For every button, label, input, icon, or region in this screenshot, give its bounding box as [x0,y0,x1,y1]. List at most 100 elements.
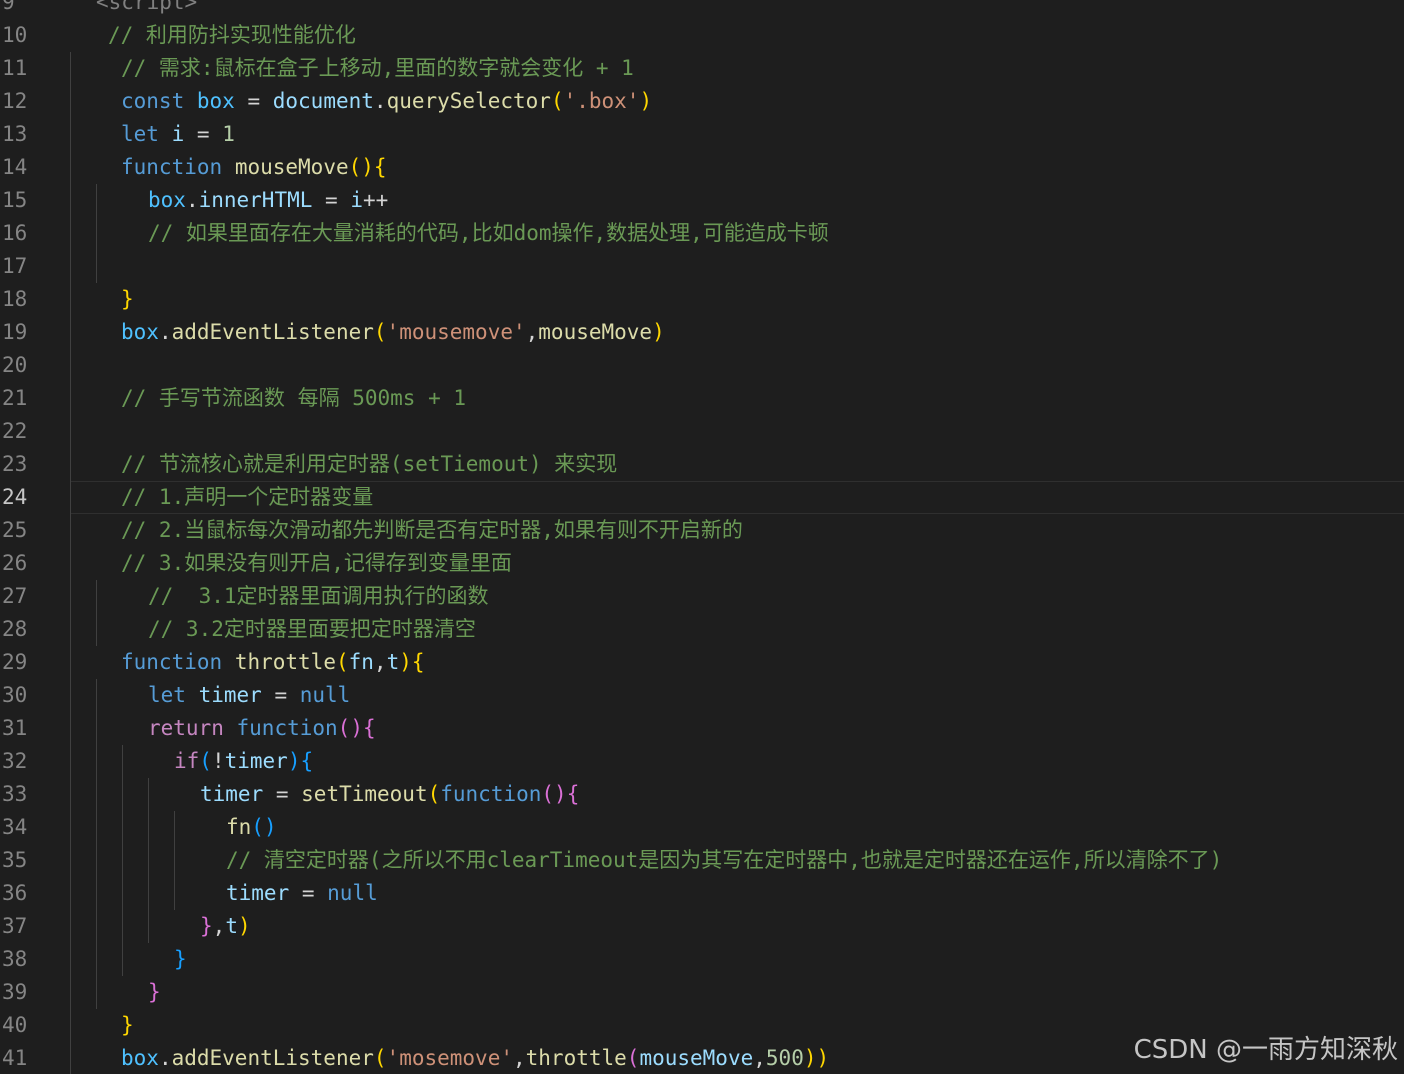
indent-guide [70,811,71,844]
code-text[interactable]: const box = document.querySelector('.box… [121,85,652,118]
code-line[interactable]: 10 // 利用防抖实现性能优化 [0,19,1404,52]
code-line[interactable]: 16 // 如果里面存在大量消耗的代码,比如dom操作,数据处理,可能造成卡顿 [0,217,1404,250]
code-text[interactable]: // 3.2定时器里面要把定时器清空 [148,613,476,646]
code-text[interactable]: box.addEventListener('mosemove',throttle… [121,1042,829,1074]
code-line[interactable]: 27 // 3.1定时器里面调用执行的函数 [0,580,1404,613]
code-line[interactable]: 12 const box = document.querySelector('.b… [0,85,1404,118]
code-text[interactable]: // 3.1定时器里面调用执行的函数 [148,580,489,613]
code-text[interactable]: return function(){ [148,712,376,745]
code-token: } [174,947,187,971]
code-line[interactable]: 26 // 3.如果没有则开启,记得存到变量里面 [0,547,1404,580]
code-token: } [200,914,213,938]
code-token: 1 [222,122,235,146]
code-text[interactable]: if(!timer){ [174,745,313,778]
indent-guide [122,877,123,910]
code-line[interactable]: 14 function mouseMove(){ [0,151,1404,184]
code-line[interactable]: 37},t) [0,910,1404,943]
line-number: 33 [2,782,28,806]
code-text[interactable]: // 手写节流函数 每隔 500ms + 1 [121,382,466,415]
code-text[interactable]: // 如果里面存在大量消耗的代码,比如dom操作,数据处理,可能造成卡顿 [148,217,829,250]
code-token: = [263,782,302,806]
code-token: ) [237,914,251,938]
line-number: 14 [2,155,28,179]
code-line[interactable]: 38} [0,943,1404,976]
code-token: addEventListener [171,320,374,344]
code-text[interactable]: function mouseMove(){ [121,151,387,184]
code-line[interactable]: 36 timer = null [0,877,1404,910]
code-text[interactable]: // 2.当鼠标每次滑动都先判断是否有定时器,如果有则不开启新的 [121,514,743,547]
code-text[interactable]: } [174,943,187,976]
indent-guide [122,844,123,877]
code-line[interactable]: 19 box.addEventListener('mousemove',mouse… [0,316,1404,349]
code-text[interactable]: } [121,283,134,316]
code-text[interactable]: } [121,1009,134,1042]
code-line[interactable]: 17 [0,250,1404,283]
code-text[interactable]: },t) [200,910,251,943]
indent-guide [70,943,71,976]
code-text[interactable]: let i = 1 [121,118,235,151]
code-token: return [148,716,224,740]
code-line[interactable]: 18} [0,283,1404,316]
code-line[interactable]: 13 let i = 1 [0,118,1404,151]
code-token: querySelector [386,89,551,113]
code-text[interactable]: // 利用防抖实现性能优化 [108,19,356,52]
line-number: 9 [2,0,15,14]
code-token: ( [427,782,441,806]
code-token: mouseMove [538,320,653,344]
code-line[interactable]: 31 return function(){ [0,712,1404,745]
line-number: 32 [2,749,28,773]
code-line[interactable]: 15 box.innerHTML = i++ [0,184,1404,217]
code-text[interactable]: // 节流核心就是利用定时器(setTiemout) 来实现 [121,448,617,481]
code-token: box [121,1046,159,1070]
indent-guide [96,844,97,877]
code-line[interactable]: 21 // 手写节流函数 每隔 500ms + 1 [0,382,1404,415]
code-line[interactable]: 28 // 3.2定时器里面要把定时器清空 [0,613,1404,646]
indent-guide [70,712,71,745]
code-token: // 如果里面存在大量消耗的代码,比如dom操作,数据处理,可能造成卡顿 [148,221,829,245]
line-number: 18 [2,287,28,311]
code-text[interactable]: fn() [226,811,277,844]
code-text[interactable]: box.addEventListener('mousemove',mouseMo… [121,316,665,349]
indent-guide [70,547,71,580]
code-line[interactable]: 35 // 清空定时器(之所以不用clearTimeout是因为其写在定时器中,也… [0,844,1404,877]
code-line[interactable]: 11 // 需求:鼠标在盒子上移动,里面的数字就会变化 + 1 [0,52,1404,85]
code-line[interactable]: 32 if(!timer){ [0,745,1404,778]
line-number: 40 [2,1013,28,1037]
indent-guide [96,580,97,613]
code-line[interactable]: 9 <script> [0,0,1404,19]
code-line[interactable]: 20 [0,349,1404,382]
code-text[interactable]: let timer = null [148,679,350,712]
code-text[interactable]: function throttle(fn,t){ [121,646,425,679]
indent-guide [70,646,71,679]
code-token: // 1.声明一个定时器变量 [121,485,374,509]
code-line[interactable]: 22 [0,415,1404,448]
code-text[interactable]: // 3.如果没有则开启,记得存到变量里面 [121,547,512,580]
code-line[interactable]: 34 fn() [0,811,1404,844]
code-line[interactable]: 25 // 2.当鼠标每次滑动都先判断是否有定时器,如果有则不开启新的 [0,514,1404,547]
code-token: t [386,650,400,674]
code-token: )) [803,1046,830,1070]
code-token: = [312,188,351,212]
code-text[interactable]: timer = setTimeout(function(){ [200,778,579,811]
code-line[interactable]: 30 let timer = null [0,679,1404,712]
code-line[interactable]: 23 // 节流核心就是利用定时器(setTiemout) 来实现 [0,448,1404,481]
code-text[interactable]: // 需求:鼠标在盒子上移动,里面的数字就会变化 + 1 [121,52,634,85]
code-token: fn [226,815,252,839]
code-token: (){ [541,782,580,806]
code-token: timer [226,881,290,905]
code-text[interactable]: } [148,976,161,1009]
indent-guide [70,283,71,316]
code-line[interactable]: 29 function throttle(fn,t){ [0,646,1404,679]
code-editor[interactable]: 9 <script> 10 // 利用防抖实现性能优化 11 // 需求:鼠标在盒子上移动… [0,0,1404,1074]
indent-guide [96,910,97,943]
code-line[interactable]: 39} [0,976,1404,1009]
code-text[interactable]: <script> [96,0,197,19]
code-line[interactable]: 33 timer = setTimeout(function(){ [0,778,1404,811]
code-text[interactable]: timer = null [226,877,378,910]
code-text[interactable]: box.innerHTML = i++ [148,184,388,217]
code-text[interactable]: // 1.声明一个定时器变量 [121,481,373,514]
code-text[interactable]: // 清空定时器(之所以不用clearTimeout是因为其写在定时器中,也就是… [226,844,1222,877]
code-line[interactable]: 24 // 1.声明一个定时器变量 [0,481,1404,514]
line-number: 10 [2,23,28,47]
